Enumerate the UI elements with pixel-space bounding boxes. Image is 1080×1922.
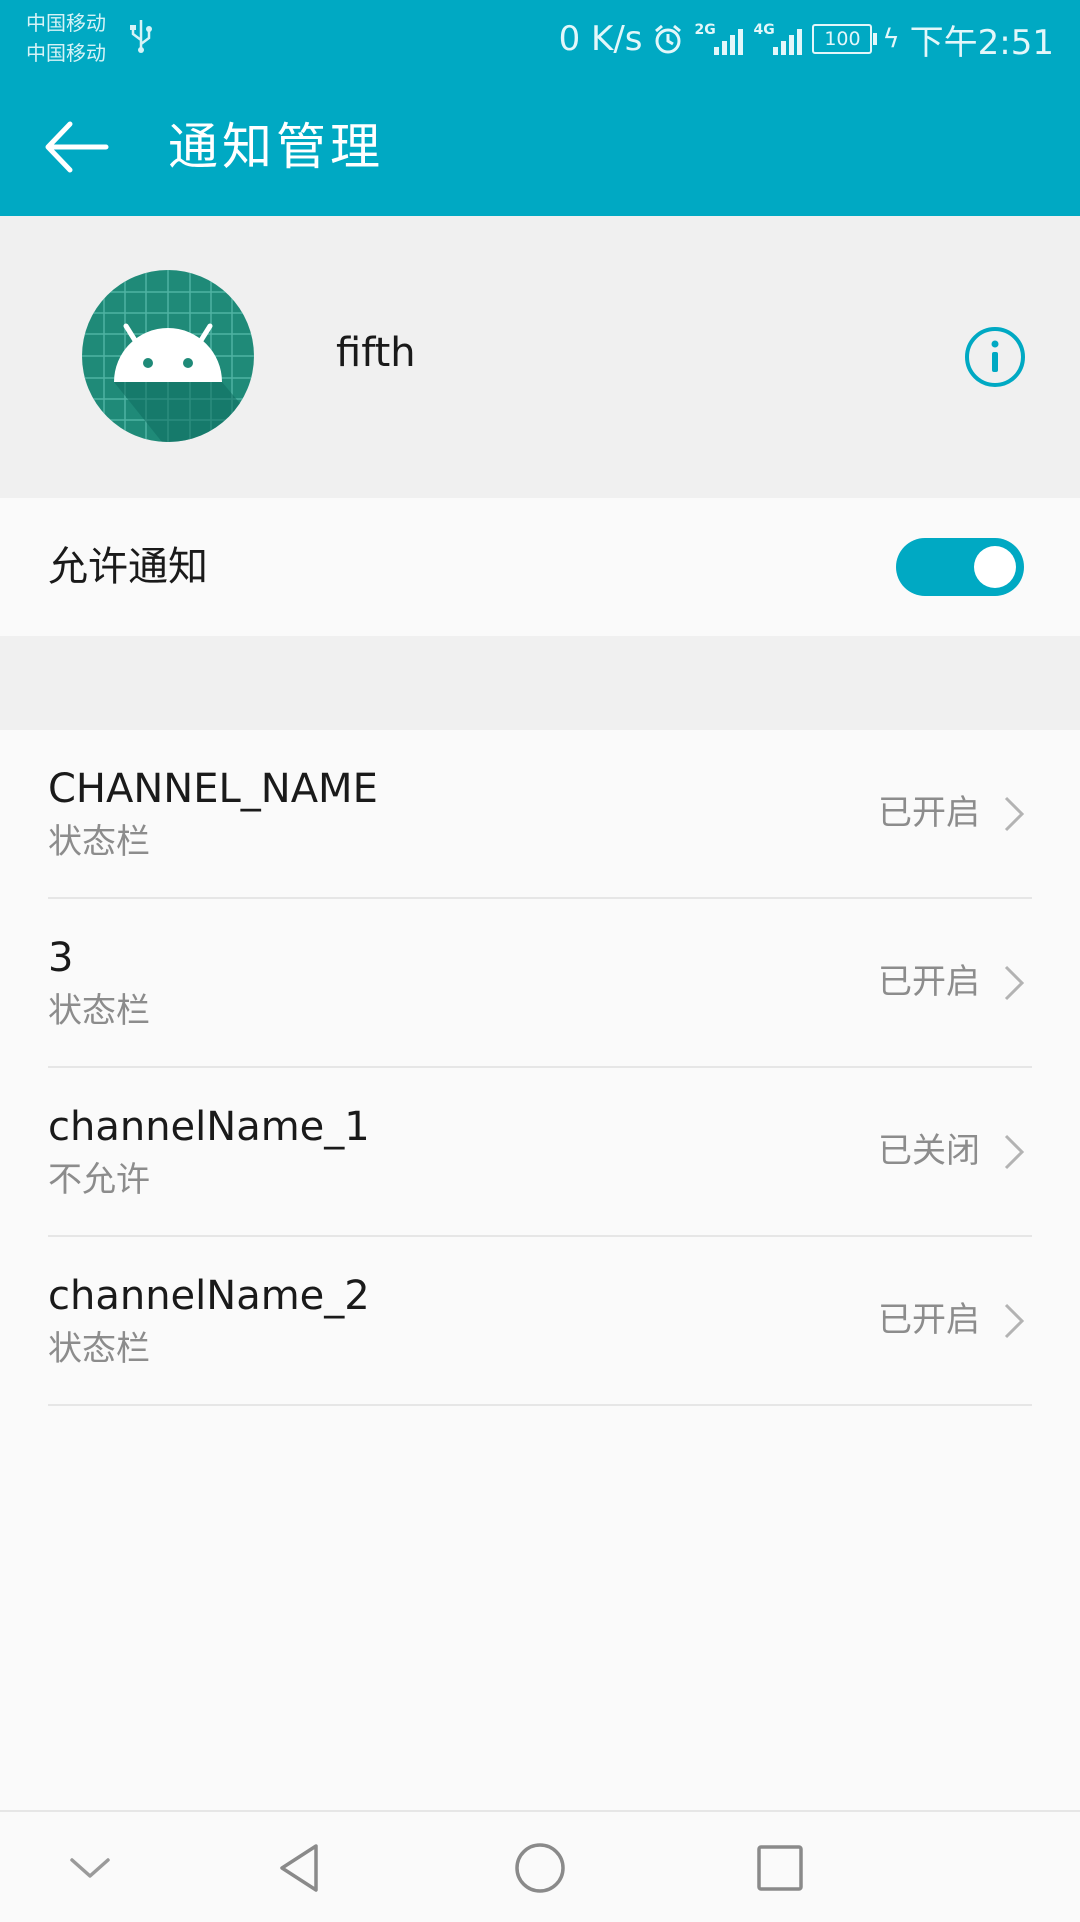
charging-icon: ϟ — [882, 24, 900, 54]
back-arrow-icon[interactable] — [40, 114, 120, 180]
channel-name: channelName_1 — [48, 1104, 370, 1150]
channel-subtitle: 状态栏 — [48, 991, 150, 1031]
nav-back-triangle-icon[interactable] — [272, 1840, 328, 1896]
channel-status: 已开启 — [878, 962, 980, 1002]
sim1-network-label: 2G — [694, 22, 716, 38]
app-name-label: fifth — [336, 330, 416, 376]
carrier-1-label: 中国移动 — [26, 11, 106, 35]
allow-notifications-toggle[interactable] — [896, 538, 1024, 596]
system-nav-bar — [0, 1810, 1080, 1922]
status-right-group: 0 K/s 2G 4G 100 ϟ 下午2:51 — [559, 14, 1054, 64]
battery-level: 100 — [824, 28, 861, 50]
sim1-signal-icon: 2G — [694, 22, 744, 55]
carrier-info: 中国移动 中国移动 — [26, 8, 106, 68]
battery-icon: 100 — [812, 24, 878, 54]
divider — [48, 1404, 1032, 1406]
chevron-right-icon — [1004, 1303, 1025, 1339]
channel-status: 已开启 — [878, 1300, 980, 1340]
status-bar: 中国移动 中国移动 0 K/s 2G 4G 100 ϟ 下午2:51 — [0, 0, 1080, 78]
alarm-icon — [655, 24, 682, 54]
channel-row[interactable]: channelName_1 不允许 已关闭 — [0, 1068, 1080, 1237]
chevron-right-icon — [1004, 796, 1025, 832]
app-header: fifth — [0, 216, 1080, 498]
usb-icon — [130, 20, 152, 53]
channel-status: 已关闭 — [878, 1131, 980, 1171]
app-bar: 通知管理 — [0, 78, 1080, 216]
channel-subtitle: 状态栏 — [48, 1329, 150, 1369]
channel-row[interactable]: CHANNEL_NAME 状态栏 已开启 — [0, 730, 1080, 899]
sim2-network-label: 4G — [753, 22, 775, 38]
android-app-icon — [82, 270, 254, 442]
carrier-2-label: 中国移动 — [26, 41, 106, 65]
channel-subtitle: 不允许 — [48, 1160, 150, 1200]
sim2-signal-icon: 4G — [753, 22, 803, 55]
page-title: 通知管理 — [168, 118, 384, 176]
channel-list: CHANNEL_NAME 状态栏 已开启 3 状态栏 已开启 channelNa… — [0, 730, 1080, 1406]
nav-recents-square-icon[interactable] — [752, 1840, 808, 1896]
channel-name: channelName_2 — [48, 1273, 370, 1319]
toggle-knob — [974, 546, 1016, 588]
channel-name: 3 — [48, 935, 74, 981]
hide-nav-chevron-down-icon[interactable] — [62, 1840, 118, 1896]
section-spacer — [0, 636, 1080, 730]
channel-subtitle: 状态栏 — [48, 822, 150, 862]
allow-notifications-label: 允许通知 — [48, 544, 208, 590]
nav-home-circle-icon[interactable] — [512, 1840, 568, 1896]
channel-row[interactable]: 3 状态栏 已开启 — [0, 899, 1080, 1068]
info-icon[interactable] — [964, 326, 1026, 388]
channel-status: 已开启 — [878, 793, 980, 833]
net-speed-label: 0 K/s — [558, 19, 643, 59]
chevron-right-icon — [1004, 965, 1025, 1001]
clock-label: 下午2:51 — [909, 22, 1054, 63]
allow-notifications-row[interactable]: 允许通知 — [0, 498, 1080, 636]
channel-row[interactable]: channelName_2 状态栏 已开启 — [0, 1237, 1080, 1406]
channel-name: CHANNEL_NAME — [48, 766, 378, 812]
chevron-right-icon — [1004, 1134, 1025, 1170]
